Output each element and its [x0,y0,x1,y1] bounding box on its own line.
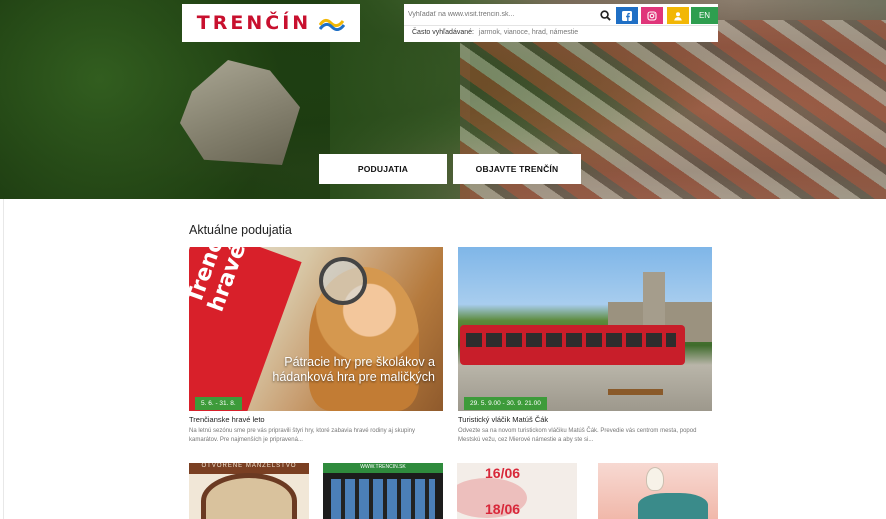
bench-photo [608,389,663,395]
event-thumbnail[interactable]: WWW.TRENCIN.SK [323,463,443,519]
thumbnail-date-2: 18/06 [485,501,521,517]
often-searched-label: Často vyhľadávané: [412,29,474,36]
discover-trencin-button[interactable]: OBJAVTE TRENČÍN [453,154,581,184]
trencin-wave-logo-icon [318,15,346,32]
facebook-button[interactable] [616,7,638,24]
user-button[interactable] [667,7,689,24]
image-caption: Pátracie hry pre školákov a hádanková hr… [272,355,435,384]
logo-text: TRENČÍN [196,12,312,34]
thumbnail-photo [331,479,435,519]
castle-tower-photo [643,272,665,332]
event-card[interactable]: 29. 5. 9.00 - 30. 9. 21.00 Turistický vl… [458,247,712,444]
event-image[interactable]: Trenčianske hravé leto Pátracie hry pre … [189,247,443,411]
search-icon [599,10,611,21]
train-photo [460,325,685,365]
hand-graphic [638,493,708,519]
event-description: Odvezte sa na novom turistickom vláčiku … [458,428,697,443]
date-badge: 29. 5. 9.00 - 30. 9. 21.00 [464,397,547,410]
search-button[interactable] [594,7,616,24]
thumbnail-text: WWW.TRENCIN.SK [360,464,406,470]
page-divider [3,199,4,519]
site-logo[interactable]: TRENČÍN [182,4,360,42]
event-thumbnail[interactable]: OTVORENÉ MANŽELSTVO [189,463,309,519]
event-title[interactable]: Turistický vláčik Matúš Čák [458,415,712,424]
event-title[interactable]: Trenčianske hravé leto [189,415,443,424]
events-button[interactable]: PODUJATIA [319,154,447,184]
event-image[interactable]: 29. 5. 9.00 - 30. 9. 21.00 [458,247,712,411]
user-icon [674,11,682,20]
date-badge: 5. 6. - 31. 8. [195,397,242,410]
often-searched: Často vyhľadávané: jarmok, vianoce, hrad… [412,29,578,36]
search-divider [404,25,718,26]
event-card[interactable]: Trenčianske hravé leto Pátracie hry pre … [189,247,443,444]
page: TRENČÍN EN [0,0,886,519]
event-thumbnail[interactable]: 16/06 18/06 [457,463,577,519]
thumbnail-text: OTVORENÉ MANŽELSTVO [201,463,297,469]
search-input[interactable] [408,7,590,21]
magnifier-graphic [319,257,367,305]
search-panel: EN Často vyhľadávané: jarmok, vianoce, h… [404,4,718,42]
event-thumbnail[interactable] [598,463,718,519]
often-searched-tags[interactable]: jarmok, vianoce, hrad, námestie [479,29,578,36]
thumbnail-photo [201,473,297,519]
event-description: Na letnú sezónu sme pre vás pripravili š… [189,428,415,443]
instagram-icon [647,10,657,21]
thumbnail-date-1: 16/06 [485,465,521,481]
lightbulb-graphic [646,467,664,491]
facebook-icon [622,10,632,21]
section-title: Aktuálne podujatia [189,223,292,237]
hero-banner: TRENČÍN EN [0,0,886,199]
language-switch[interactable]: EN [691,7,718,24]
instagram-button[interactable] [641,7,663,24]
